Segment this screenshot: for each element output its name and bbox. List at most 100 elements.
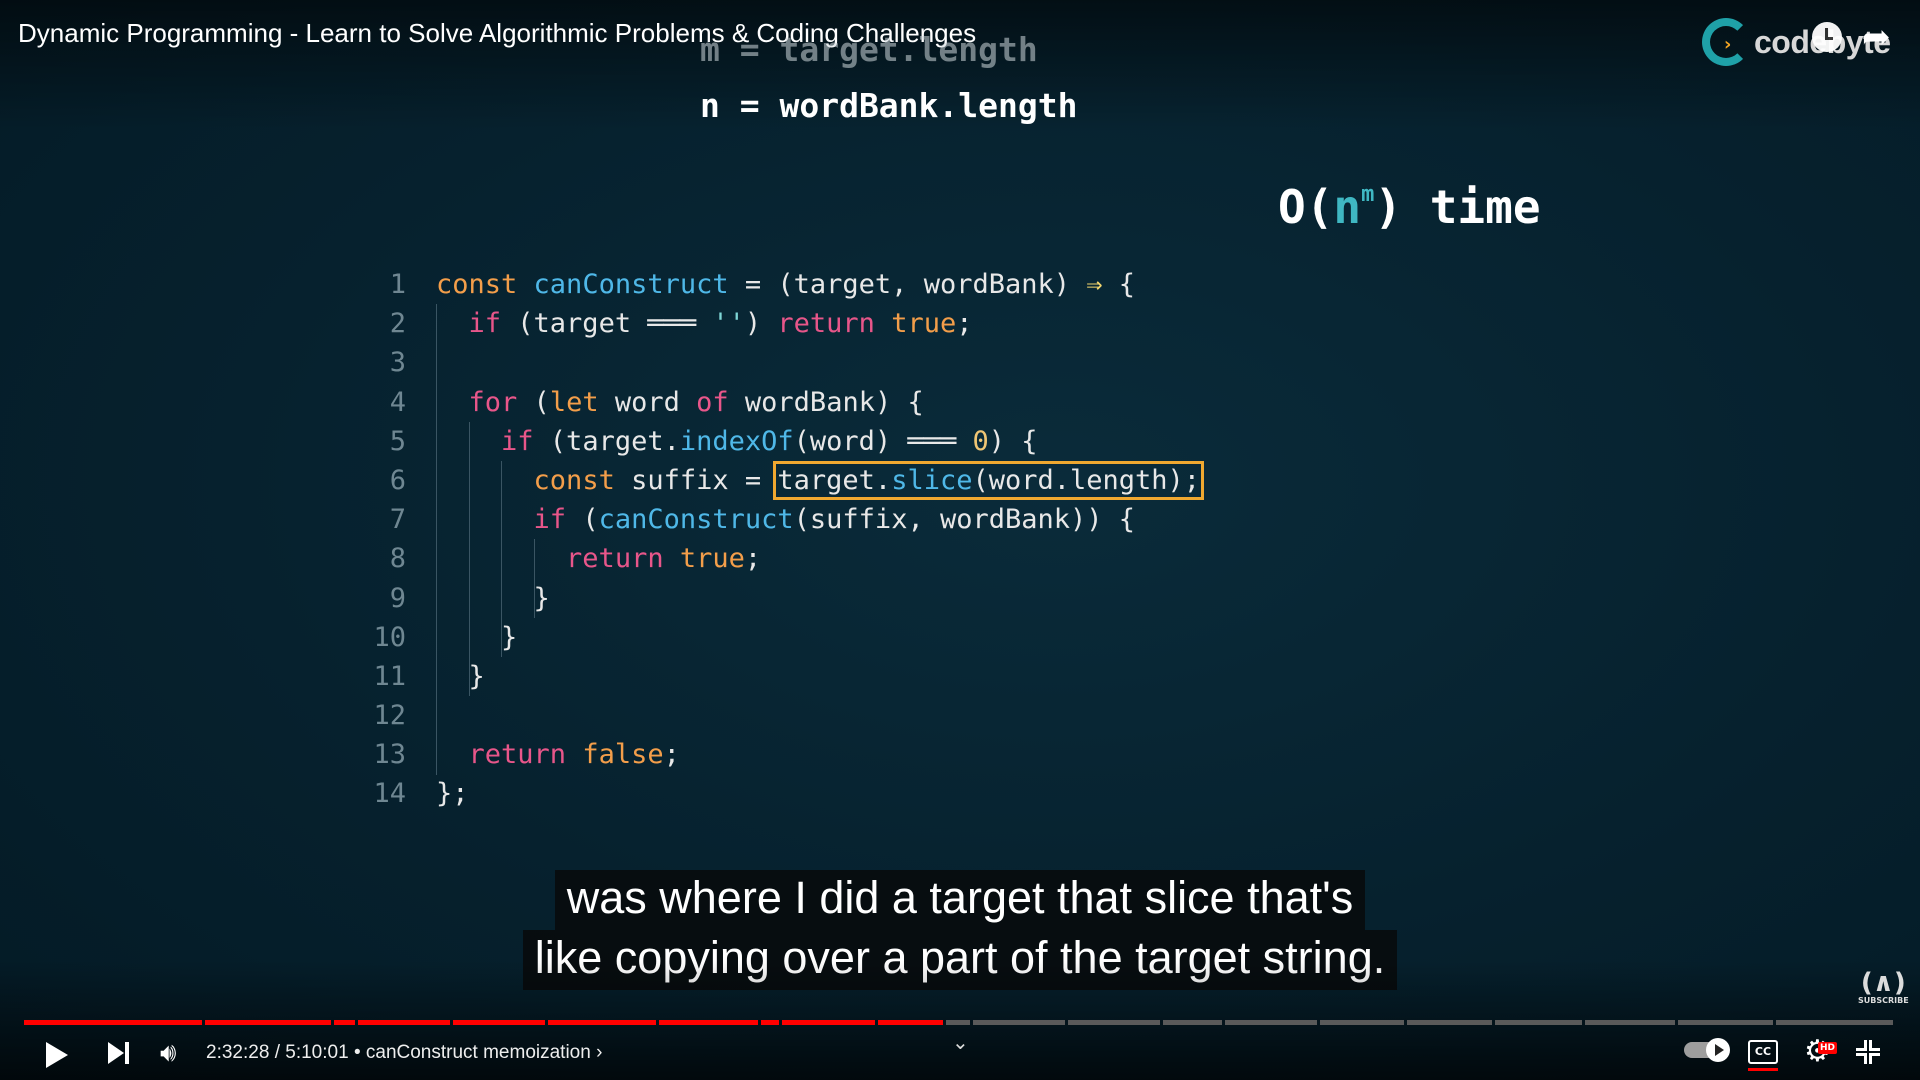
chapter-segment[interactable] bbox=[946, 1020, 970, 1025]
autoplay-toggle[interactable] bbox=[1684, 1038, 1730, 1062]
code-text: const canConstruct = (target, wordBank) … bbox=[436, 269, 1136, 300]
subscribe-label: SUBSCRIBE bbox=[1858, 996, 1909, 1005]
code-text: return false; bbox=[468, 739, 680, 771]
chapter-segment[interactable] bbox=[1775, 1020, 1893, 1025]
chapter-segment[interactable] bbox=[761, 1020, 780, 1025]
line-number: 14 bbox=[373, 778, 406, 810]
cc-icon[interactable]: CC bbox=[1748, 1040, 1778, 1064]
line-number: 11 bbox=[373, 660, 406, 692]
code-line: 3 bbox=[360, 343, 1200, 382]
chapter-segment[interactable] bbox=[782, 1020, 875, 1025]
code-text: } bbox=[436, 621, 518, 653]
duration: 5:10:01 bbox=[285, 1042, 349, 1063]
hd-badge: HD bbox=[1818, 1042, 1838, 1054]
chapter-segment[interactable] bbox=[333, 1020, 355, 1025]
code-line: 13 return false; bbox=[360, 735, 1200, 774]
indent-guide bbox=[533, 539, 535, 618]
code-text: if (canConstruct(suffix, wordBank)) { bbox=[533, 504, 1136, 536]
code-line: 2 if (target ═══ '') return true; bbox=[360, 304, 1200, 343]
code-line: 14}; bbox=[360, 774, 1200, 813]
chapter-segment[interactable] bbox=[1495, 1020, 1582, 1025]
watch-later-clock-icon[interactable] bbox=[1812, 22, 1842, 52]
code-line: 1 const canConstruct = (target, wordBank)… bbox=[360, 265, 1200, 304]
chapter-segment[interactable] bbox=[24, 1020, 202, 1025]
line-number: 9 bbox=[389, 582, 406, 614]
slide-var-m: m = target.length bbox=[700, 30, 1038, 69]
fullscreen-exit-icon[interactable] bbox=[1856, 1040, 1880, 1064]
line-number: 2 bbox=[389, 308, 406, 340]
line-number: 8 bbox=[389, 543, 406, 575]
slide-var-n: n = wordBank.length bbox=[700, 86, 1078, 125]
highlighted-expression: target.slice(word.length); bbox=[773, 460, 1205, 500]
code-text: for (let word of wordBank) { bbox=[468, 386, 924, 418]
line-number: 5 bbox=[389, 425, 406, 457]
chapter-segment[interactable] bbox=[1320, 1020, 1405, 1025]
chapter-segment[interactable] bbox=[357, 1020, 450, 1025]
chapter-segment[interactable] bbox=[877, 1020, 944, 1025]
line-number: 4 bbox=[389, 386, 406, 418]
chapter-segment[interactable] bbox=[548, 1020, 656, 1025]
complexity-prefix: O( bbox=[1278, 180, 1334, 234]
codebyte-logo-icon: › bbox=[1702, 18, 1750, 66]
chapter-chevron-icon: › bbox=[596, 1042, 603, 1063]
code-line: 10 } bbox=[360, 618, 1200, 657]
code-text: if (target.indexOf(word) ═══ 0) { bbox=[501, 425, 1038, 457]
chapter-segment[interactable] bbox=[1163, 1020, 1223, 1025]
indent-guide bbox=[436, 304, 437, 775]
line-number: 6 bbox=[389, 464, 406, 496]
code-text: if (target ═══ '') return true; bbox=[468, 308, 973, 340]
code-text: }; bbox=[436, 778, 469, 810]
chapter-segment[interactable] bbox=[452, 1020, 546, 1025]
subscribe-watermark[interactable]: (∧) SUBSCRIBE bbox=[1858, 970, 1909, 1006]
caption-line: was where I did a target that slice that… bbox=[554, 870, 1366, 930]
chapter-title: canConstruct memoization bbox=[365, 1042, 591, 1063]
chapter-segment[interactable] bbox=[972, 1020, 1066, 1025]
code-line: 12 bbox=[360, 696, 1200, 735]
code-line: 5 if (target.indexOf(word) ═══ 0) { bbox=[360, 422, 1200, 461]
code-text: } bbox=[436, 660, 485, 692]
code-line: 7 if (canConstruct(suffix, wordBank)) { bbox=[360, 500, 1200, 539]
chapter-segment[interactable] bbox=[1678, 1020, 1773, 1025]
chapter-segment[interactable] bbox=[204, 1020, 331, 1025]
complexity-suffix: ) time bbox=[1374, 180, 1541, 234]
cc-active-indicator bbox=[1748, 1068, 1778, 1071]
next-icon[interactable] bbox=[108, 1040, 132, 1066]
time-separator: / bbox=[274, 1042, 280, 1063]
chapter-segment[interactable] bbox=[658, 1020, 759, 1025]
chapter-segment[interactable] bbox=[1068, 1020, 1161, 1025]
volume-icon[interactable]: 🔊︎ bbox=[160, 1038, 176, 1069]
chapter-segment[interactable] bbox=[1584, 1020, 1676, 1025]
indent-guide bbox=[501, 461, 503, 657]
chapter-separator: • bbox=[353, 1042, 361, 1063]
share-arrow-icon[interactable]: ➦ bbox=[1862, 20, 1891, 54]
code-line: 6 const suffix = target.slice(word.lengt… bbox=[360, 460, 1205, 500]
complexity-base: n bbox=[1333, 180, 1362, 234]
code-text: const suffix = target.slice(word.length)… bbox=[533, 460, 1205, 500]
chapter-segment[interactable] bbox=[1225, 1020, 1318, 1025]
video-frame[interactable]: Dynamic Programming - Learn to Solve Alg… bbox=[0, 0, 1920, 1080]
code-line: 9 } bbox=[360, 579, 1200, 618]
code-text: return true; bbox=[566, 543, 762, 575]
progress-bar[interactable] bbox=[24, 1020, 1896, 1025]
line-number: 1 bbox=[389, 269, 406, 300]
indent-guide bbox=[468, 421, 470, 697]
complexity-exponent: m bbox=[1361, 182, 1375, 207]
chapter-segment[interactable] bbox=[1407, 1020, 1493, 1025]
line-number: 7 bbox=[389, 504, 406, 536]
play-icon[interactable] bbox=[46, 1042, 68, 1068]
code-line: 11 } bbox=[360, 657, 1200, 696]
chevron-down-icon[interactable]: ⌄ bbox=[952, 1030, 969, 1054]
line-number: 12 bbox=[373, 700, 406, 732]
line-number: 3 bbox=[389, 347, 406, 379]
current-time: 2:32:28 bbox=[206, 1042, 270, 1063]
time-complexity: O(nm) time bbox=[1278, 180, 1541, 234]
chapter-button[interactable]: canConstruct memoization › bbox=[366, 1042, 603, 1063]
line-number: 10 bbox=[373, 621, 406, 653]
line-number: 13 bbox=[373, 739, 406, 771]
time-display: 2:32:28 / 5:10:01 • canConstruct memoiza… bbox=[206, 1042, 602, 1064]
code-line: 8 return true; bbox=[360, 539, 1200, 578]
player-controls: 🔊︎ 2:32:28 / 5:10:01 • canConstruct memo… bbox=[0, 1028, 1920, 1080]
code-line: 4 for (let word of wordBank) { bbox=[360, 383, 1200, 422]
autoplay-knob bbox=[1706, 1038, 1730, 1062]
code-block: 1 const canConstruct = (target, wordBank)… bbox=[360, 265, 1205, 814]
